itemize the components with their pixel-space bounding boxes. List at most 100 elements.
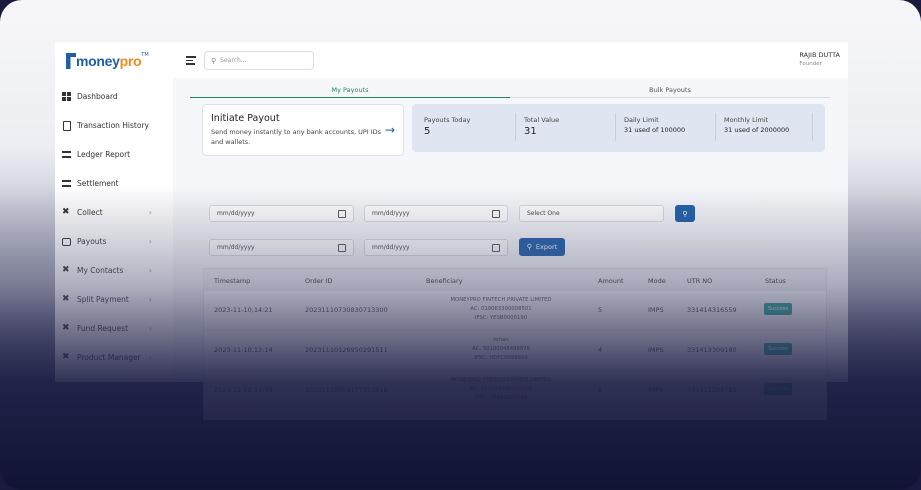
chevron-right-icon: ›	[148, 208, 152, 217]
export-label: Export	[535, 243, 558, 251]
sidebar-item-settlement[interactable]: Settlement	[62, 169, 166, 198]
cell-mode: IMPS	[648, 386, 664, 394]
stat-value: 31	[524, 126, 537, 137]
cell-mode: IMPS	[648, 306, 664, 314]
chevron-right-icon: ›	[148, 237, 152, 246]
cell-mode: IMPS	[648, 346, 664, 354]
menu-toggle-icon[interactable]	[186, 56, 196, 67]
sidebar-item-label: Fund Request	[77, 324, 129, 333]
sidebar-item-label: Payouts	[77, 237, 107, 246]
search-placeholder: Search...	[220, 57, 247, 64]
cross-icon: ✖	[62, 207, 70, 217]
logo-mark-icon	[66, 53, 76, 69]
select-placeholder: Select One	[527, 210, 560, 217]
cross-icon: ✖	[62, 294, 70, 304]
status-badge: Success	[764, 343, 793, 355]
column-header: Amount	[598, 277, 624, 285]
column-header: Order ID	[305, 277, 333, 285]
sidebar-item-label: Product Manager	[77, 353, 141, 362]
date-from-field[interactable]: mm/dd/yyyy	[209, 205, 354, 222]
stat-value: 31 used of 2000000	[724, 126, 790, 134]
topbar: ⚲ Search... RAJIB DUTTA Founder	[173, 42, 848, 79]
user-name: RAJIB DUTTA	[799, 51, 840, 59]
payouts-table: Timestamp Order ID Beneficiary Amount Mo…	[203, 268, 827, 420]
calendar-icon[interactable]	[492, 244, 500, 252]
sidebar-item-my-contacts[interactable]: ✖ My Contacts ›	[62, 256, 166, 285]
cell-beneficiary: MONEYPRO FINTECH PRIVATE LIMITED AC: 0190…	[450, 297, 552, 321]
date-from-field-2[interactable]: mm/dd/yyyy	[209, 239, 354, 256]
calendar-icon[interactable]	[492, 210, 500, 218]
stat-divider	[812, 113, 813, 141]
sidebar-item-collect[interactable]: ✖ Collect ›	[62, 198, 166, 227]
chevron-right-icon: ›	[148, 324, 152, 333]
tab-bulk-payouts[interactable]: Bulk Payouts	[510, 82, 830, 98]
search-icon: ⚲	[211, 56, 217, 65]
search-icon: ⚲	[526, 243, 532, 251]
export-button[interactable]: ⚲ Export	[519, 238, 565, 256]
cell-amount: 5	[598, 386, 603, 394]
layers-icon	[62, 180, 71, 187]
stat-monthly-limit: Monthly Limit 31 used of 2000000	[724, 116, 789, 134]
stat-label: Monthly Limit	[724, 116, 769, 124]
sidebar-item-payouts[interactable]: Payouts ›	[62, 227, 166, 256]
layers-icon	[62, 151, 71, 158]
sidebar-item-transaction-history[interactable]: Transaction History	[62, 111, 166, 140]
sidebar-item-split-payment[interactable]: ✖ Split Payment ›	[62, 285, 166, 314]
tab-my-payouts[interactable]: My Payouts	[190, 82, 510, 98]
sidebar-item-product-manager[interactable]: ✖ Product Manager ›	[62, 343, 166, 372]
stat-daily-limit: Daily Limit 31 used of 100000	[624, 116, 685, 134]
user-menu[interactable]: RAJIB DUTTA Founder	[799, 51, 840, 67]
logo[interactable]: moneypro TM	[66, 50, 149, 72]
grid-icon	[62, 92, 71, 101]
cell-order-id: 20231110959177313816	[305, 386, 388, 394]
column-header: UTR NO	[687, 277, 713, 285]
initiate-payout-description: Send money instantly to any bank account…	[211, 128, 382, 146]
stat-payouts-today: Payouts Today 5	[424, 116, 470, 137]
cell-beneficiary: MONEYPRO FINTECH PRIVATE LIMITED AC: 0190…	[450, 377, 552, 401]
status-badge: Success	[764, 383, 793, 395]
initiate-payout-title: Initiate Payout	[211, 113, 280, 124]
stat-divider	[515, 113, 516, 141]
sidebar-item-label: Dashboard	[77, 92, 118, 101]
wallet-icon	[62, 237, 71, 246]
sidebar-nav: Dashboard Transaction History Ledger Rep…	[62, 82, 166, 372]
cell-beneficiary: rohan AC: 50100048488876 IFSC: HDFC0999999	[472, 337, 530, 361]
cell-order-id: 20231110126950291511	[305, 346, 388, 354]
search-button[interactable]: ⚲	[675, 205, 695, 222]
table-row[interactable]: 2023-11-10,13:14 20231110126950291511 ro…	[204, 331, 826, 371]
stat-divider	[615, 113, 616, 141]
calendar-icon[interactable]	[338, 244, 346, 252]
sidebar-item-dashboard[interactable]: Dashboard	[62, 82, 166, 111]
date-to-field[interactable]: mm/dd/yyyy	[364, 205, 508, 222]
calendar-icon[interactable]	[338, 210, 346, 218]
stats-panel: Payouts Today 5 Total Value 31 Daily Limit…	[412, 104, 825, 152]
payout-tabs: My Payouts Bulk Payouts	[190, 82, 830, 98]
chevron-right-icon: ›	[148, 353, 152, 362]
stat-total-value: Total Value 31	[524, 116, 559, 137]
stat-divider	[715, 113, 716, 141]
cell-amount: 4	[598, 346, 603, 354]
table-row[interactable]: 2023-11-10,11:39 20231110959177313816 MO…	[204, 371, 826, 411]
date-to-field-2[interactable]: mm/dd/yyyy	[364, 239, 508, 256]
user-role: Founder	[799, 61, 822, 67]
arrow-right-icon[interactable]: →	[385, 123, 395, 137]
initiate-payout-card[interactable]: Initiate Payout Send money instantly to …	[202, 104, 404, 156]
trademark: TM	[141, 52, 149, 58]
sidebar-item-ledger-report[interactable]: Ledger Report	[62, 140, 166, 169]
status-select[interactable]: Select One	[519, 205, 664, 222]
cross-icon: ✖	[62, 323, 70, 333]
document-icon	[63, 120, 71, 131]
cross-icon: ✖	[62, 352, 70, 362]
sidebar-item-label: Ledger Report	[77, 150, 131, 159]
cell-order-id: 20231110730830713300	[305, 306, 388, 314]
table-header: Timestamp Order ID Beneficiary Amount Mo…	[204, 269, 826, 291]
search-input[interactable]: ⚲ Search...	[204, 51, 314, 70]
cell-timestamp: 2023-11-10,13:14	[214, 346, 273, 354]
app-window: moneypro TM Dashboard Transaction Histor…	[55, 42, 848, 420]
cell-timestamp: 2023-11-10,14:21	[214, 306, 273, 314]
stat-value: 31 used of 100000	[624, 126, 686, 134]
table-row[interactable]: 2023-11-10,14:21 20231110730830713300 MO…	[204, 291, 826, 331]
sidebar-item-fund-request[interactable]: ✖ Fund Request ›	[62, 314, 166, 343]
sidebar-item-label: Settlement	[77, 179, 119, 188]
stat-label: Daily Limit	[624, 116, 659, 124]
